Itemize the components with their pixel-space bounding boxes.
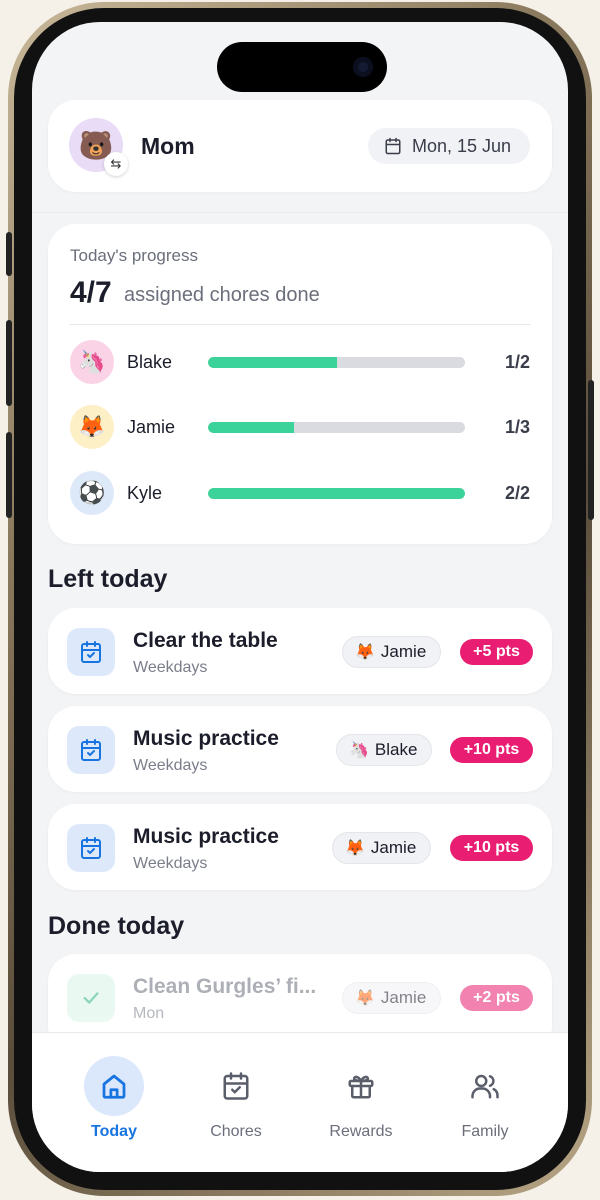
fox-icon: 🦊 bbox=[355, 644, 375, 661]
bottom-nav: Today Chores Rewards Family bbox=[32, 1032, 568, 1172]
chore-icon bbox=[67, 974, 115, 1022]
kid-avatar: 🦊 bbox=[70, 405, 114, 449]
chore-frequency: Mon bbox=[133, 1005, 165, 1022]
fox-icon: 🦊 bbox=[355, 990, 375, 1007]
kid-progress-fill bbox=[208, 357, 337, 368]
unicorn-icon: 🦄 bbox=[349, 742, 369, 759]
kid-progress-ratio: 2/2 bbox=[504, 483, 530, 503]
progress-divider bbox=[70, 324, 530, 325]
chore-card[interactable]: Clear the table Weekdays 🦊 Jamie +5 pts bbox=[48, 608, 552, 694]
app-screen: 🐻 ⇆ Mom Mon, 15 Jun Today's progress 4/7… bbox=[32, 22, 568, 1172]
volume-down-button bbox=[6, 432, 12, 518]
kid-progress-ratio: 1/3 bbox=[504, 417, 530, 437]
kid-progress-ratio: 1/2 bbox=[504, 352, 530, 372]
points-badge: +5 pts bbox=[460, 639, 533, 665]
points-badge: +10 pts bbox=[450, 835, 533, 861]
chore-name: Clear the table bbox=[133, 629, 278, 652]
header-divider bbox=[32, 212, 568, 213]
dynamic-island bbox=[217, 42, 387, 92]
nav-tab-today[interactable]: Today bbox=[59, 1053, 169, 1143]
chore-frequency: Weekdays bbox=[133, 757, 208, 774]
checkmark-icon bbox=[83, 992, 99, 1004]
assignee-chip[interactable]: 🦊 Jamie bbox=[342, 982, 442, 1014]
soccer-ball-icon: ⚽ bbox=[78, 480, 106, 505]
nav-label: Today bbox=[91, 1123, 137, 1140]
chore-card[interactable]: Music practice Weekdays 🦊 Jamie +10 pts bbox=[48, 804, 552, 890]
volume-up-button bbox=[6, 320, 12, 406]
unicorn-icon: 🦄 bbox=[78, 349, 106, 374]
assignee-chip[interactable]: 🦊 Jamie bbox=[342, 636, 442, 668]
points-badge: +10 pts bbox=[450, 737, 533, 763]
nav-icon-bg bbox=[206, 1056, 266, 1116]
kid-avatar: 🦄 bbox=[70, 340, 114, 384]
chore-name: Music practice bbox=[133, 727, 279, 750]
power-button bbox=[588, 380, 594, 520]
nav-icon-bg bbox=[455, 1056, 515, 1116]
kid-progress-bar bbox=[208, 422, 465, 433]
calendar-check-icon bbox=[81, 739, 101, 761]
kid-name: Blake bbox=[127, 352, 173, 372]
nav-tab-rewards[interactable]: Rewards bbox=[306, 1053, 416, 1143]
done-today-heading: Done today bbox=[48, 912, 185, 940]
home-icon bbox=[102, 1074, 126, 1099]
camera-lens bbox=[353, 57, 373, 77]
chore-card[interactable]: Music practice Weekdays 🦄 Blake +10 pts bbox=[48, 706, 552, 792]
nav-label: Chores bbox=[210, 1123, 262, 1140]
nav-tab-family[interactable]: Family bbox=[430, 1053, 540, 1143]
assignee-name: Jamie bbox=[380, 988, 427, 1007]
today-content[interactable]: 🐻 ⇆ Mom Mon, 15 Jun Today's progress 4/7… bbox=[32, 22, 568, 1054]
chore-icon bbox=[67, 628, 115, 676]
kid-progress-row[interactable]: 🦄 Blake 1/2 bbox=[70, 340, 530, 384]
calendar-check-icon bbox=[223, 1072, 249, 1100]
kid-avatar: ⚽ bbox=[70, 471, 114, 515]
nav-icon-bg bbox=[331, 1056, 391, 1116]
points-badge: +2 pts bbox=[460, 985, 533, 1011]
nav-label: Rewards bbox=[329, 1123, 393, 1140]
fox-icon: 🦊 bbox=[345, 840, 365, 857]
progress-subtitle: assigned chores done bbox=[124, 284, 320, 306]
chore-name: Clean Gurgles’ fi... bbox=[133, 975, 317, 998]
chore-icon bbox=[67, 726, 115, 774]
profile-header: 🐻 ⇆ Mom Mon, 15 Jun bbox=[48, 100, 552, 192]
kid-progress-fill bbox=[208, 488, 465, 499]
chore-icon bbox=[67, 824, 115, 872]
fox-icon: 🦊 bbox=[78, 414, 106, 439]
calendar-check-icon bbox=[81, 641, 101, 663]
profile-name: Mom bbox=[141, 133, 195, 159]
progress-title: Today's progress bbox=[70, 246, 198, 265]
action-button bbox=[6, 232, 12, 276]
chore-frequency: Weekdays bbox=[133, 659, 208, 676]
calendar-icon bbox=[385, 137, 401, 155]
gift-icon bbox=[348, 1075, 374, 1099]
date-label: Mon, 15 Jun bbox=[412, 135, 512, 156]
nav-tab-chores[interactable]: Chores bbox=[181, 1053, 291, 1143]
nav-label: Family bbox=[461, 1123, 509, 1140]
calendar-check-icon bbox=[81, 837, 101, 859]
assignee-chip[interactable]: 🦄 Blake bbox=[336, 734, 433, 766]
switch-profile-icon[interactable]: ⇆ bbox=[104, 152, 128, 176]
kid-name: Jamie bbox=[127, 417, 176, 437]
chore-frequency: Weekdays bbox=[133, 855, 208, 872]
kid-name: Kyle bbox=[127, 483, 163, 503]
kid-progress-row[interactable]: 🦊 Jamie 1/3 bbox=[70, 405, 530, 449]
left-today-heading: Left today bbox=[48, 565, 168, 593]
date-picker[interactable]: Mon, 15 Jun bbox=[368, 128, 530, 164]
nav-icon-bg bbox=[84, 1056, 144, 1116]
assignee-name: Jamie bbox=[370, 838, 417, 857]
kid-progress-bar bbox=[208, 488, 465, 499]
assignee-name: Jamie bbox=[380, 642, 427, 661]
users-icon bbox=[471, 1074, 499, 1099]
assignee-chip[interactable]: 🦊 Jamie bbox=[332, 832, 432, 864]
assignee-name: Blake bbox=[374, 740, 418, 759]
progress-card: Today's progress 4/7 assigned chores don… bbox=[48, 224, 552, 544]
chore-name: Music practice bbox=[133, 825, 279, 848]
progress-count: 4/7 bbox=[70, 276, 112, 309]
kid-progress-row[interactable]: ⚽ Kyle 2/2 bbox=[70, 471, 530, 515]
kid-progress-fill bbox=[208, 422, 294, 433]
kid-progress-bar bbox=[208, 357, 465, 368]
